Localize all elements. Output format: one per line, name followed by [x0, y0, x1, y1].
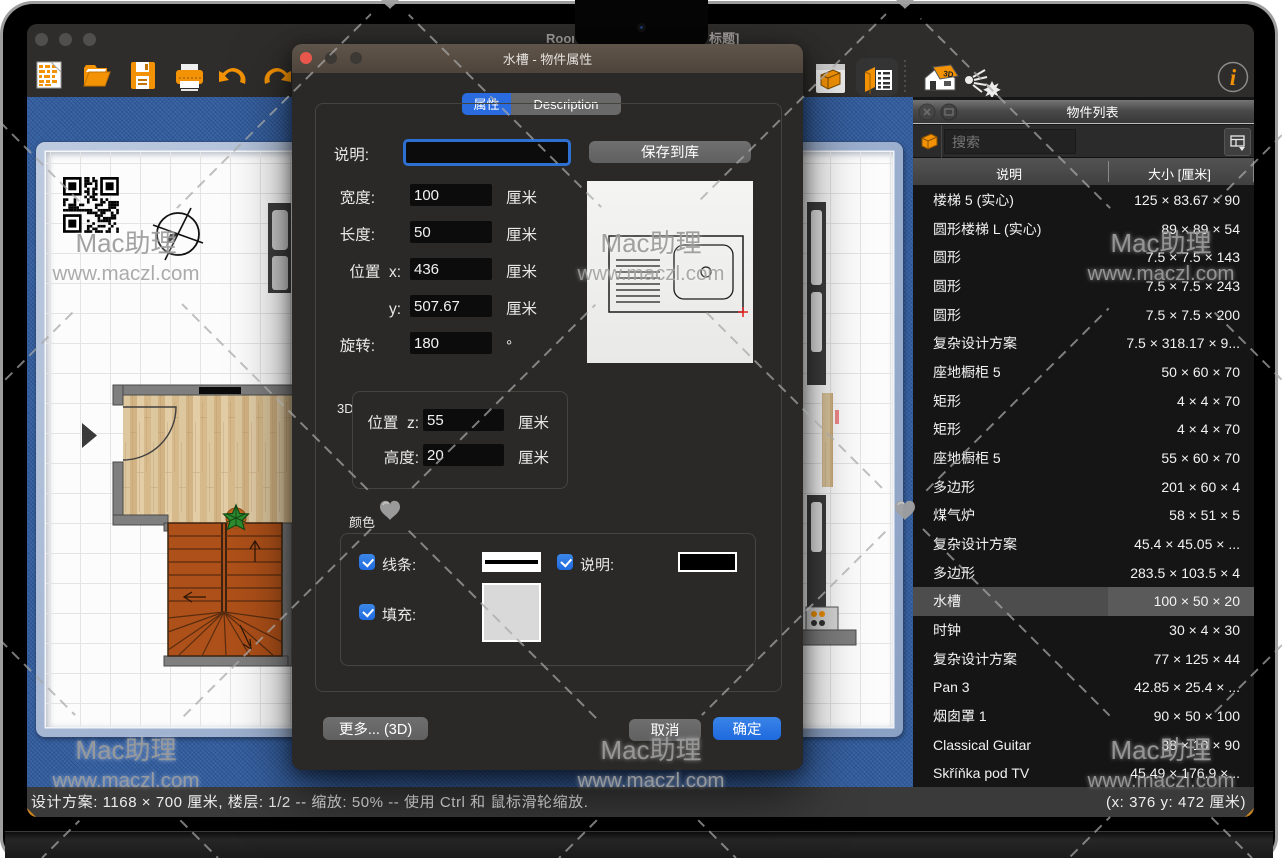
svg-text:3D: 3D [943, 68, 955, 80]
svg-text:i: i [1230, 65, 1237, 90]
